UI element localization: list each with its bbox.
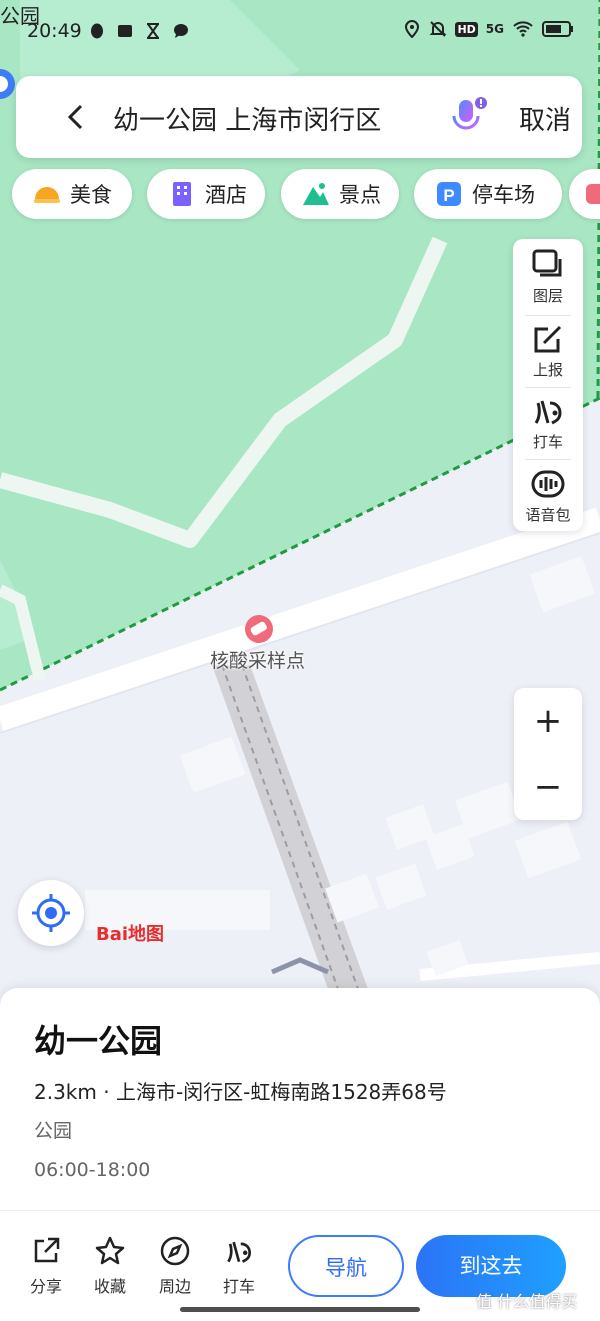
- place-name: 幼一公园: [34, 1022, 163, 1060]
- search-bar[interactable]: 幼一公园 上海市闵行区 取消: [16, 76, 582, 158]
- voice-pack-button[interactable]: 语音包: [513, 460, 583, 532]
- category-label: 美食: [70, 183, 112, 207]
- action-label: 分享: [29, 1277, 62, 1296]
- favorite-button[interactable]: 收藏: [80, 1235, 140, 1297]
- location-icon: [405, 20, 420, 38]
- food-icon: [34, 187, 60, 203]
- compass-icon: [160, 1236, 190, 1266]
- action-label: 打车: [222, 1277, 255, 1296]
- star-icon: [95, 1236, 125, 1265]
- navigate-button[interactable]: 导航: [288, 1235, 404, 1297]
- category-more[interactable]: [569, 169, 600, 219]
- action-label: 周边: [158, 1277, 191, 1296]
- layers-icon: [532, 249, 562, 277]
- back-arrow-icon[interactable]: [61, 102, 91, 132]
- zoom-in-button[interactable]: +: [514, 688, 582, 754]
- cancel-button[interactable]: 取消: [519, 100, 571, 137]
- category-label: 停车场: [472, 183, 535, 207]
- svg-text:P: P: [443, 186, 454, 205]
- tool-label: 语音包: [525, 506, 571, 524]
- place-hours: 06:00-18:00: [34, 1159, 151, 1181]
- layers-button[interactable]: 图层: [513, 241, 583, 313]
- category-hotel[interactable]: 酒店: [147, 169, 265, 219]
- share-icon: [34, 1237, 60, 1263]
- scenic-icon: [303, 183, 329, 205]
- chat-icon: [174, 24, 188, 38]
- zoom-out-button[interactable]: −: [514, 754, 582, 820]
- nearby-button[interactable]: 周边: [145, 1235, 205, 1297]
- taxi-button[interactable]: 打车: [513, 387, 583, 459]
- category-label: 景点: [339, 183, 381, 207]
- tool-label: 上报: [532, 361, 563, 379]
- hotel-icon: [173, 182, 191, 206]
- share-button[interactable]: 分享: [16, 1235, 76, 1297]
- search-query[interactable]: 幼一公园 上海市闵行区: [113, 100, 381, 137]
- zoom-controls: + −: [514, 688, 582, 820]
- poi-label[interactable]: 核酸采样点: [210, 646, 305, 673]
- nucleic-test-marker-icon: [245, 615, 273, 643]
- partial-category-icon: [586, 184, 600, 204]
- category-label: 酒店: [205, 183, 247, 207]
- parking-icon: P: [437, 182, 461, 206]
- 5g-signal-icon: 5G: [485, 22, 504, 36]
- taxi-icon: [534, 400, 562, 425]
- hourglass-icon: [147, 23, 159, 39]
- qq-icon: [91, 23, 103, 39]
- map-tools-panel: 图层 上报 打车 语音包: [513, 239, 583, 531]
- category-food[interactable]: 美食: [12, 169, 132, 219]
- hd-icon: HD: [455, 21, 478, 37]
- category-bar: 美食 酒店 景点 P 停车场: [12, 169, 600, 219]
- category-scenic[interactable]: 景点: [281, 169, 399, 219]
- taxi-icon: [227, 1241, 252, 1263]
- status-bar: 公园 20:49 HD 5G: [0, 0, 600, 62]
- place-address: 2.3km · 上海市-闵行区-虹梅南路1528弄68号: [34, 1080, 447, 1104]
- voice-mic-icon[interactable]: [444, 94, 490, 140]
- place-category: 公园: [34, 1120, 73, 1142]
- app-badge-icon: [118, 25, 132, 37]
- watermark: 值 什么值得买: [476, 1292, 578, 1311]
- status-time: 20:49: [27, 20, 82, 42]
- baidu-map-logo: Bai地图: [96, 924, 165, 945]
- home-indicator[interactable]: [180, 1307, 420, 1312]
- voice-pack-icon: [531, 470, 565, 498]
- tool-label: 打车: [532, 433, 563, 451]
- locate-crosshair-icon: [32, 894, 70, 932]
- battery-icon: [542, 21, 573, 37]
- category-parking[interactable]: P 停车场: [414, 169, 562, 219]
- locate-button[interactable]: [18, 880, 84, 946]
- report-edit-icon: [534, 325, 562, 353]
- mute-bell-icon: [430, 21, 447, 37]
- wifi-icon: [513, 21, 533, 37]
- tool-label: 图层: [532, 287, 563, 305]
- taxi-action-button[interactable]: 打车: [209, 1235, 269, 1297]
- action-label: 收藏: [93, 1277, 126, 1296]
- report-button[interactable]: 上报: [513, 315, 583, 387]
